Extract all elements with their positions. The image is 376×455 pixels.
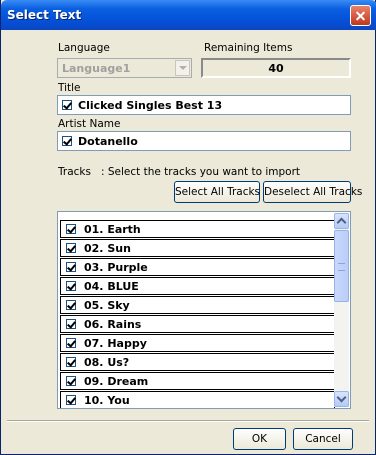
track-row[interactable]: 04. BLUE (60, 277, 335, 295)
title-bar[interactable]: Select Text (1, 0, 376, 30)
artist-name-label: Artist Name (58, 118, 121, 130)
track-row[interactable]: 10. You (60, 391, 335, 408)
close-button[interactable] (350, 5, 371, 26)
track-label: 09. Dream (84, 375, 149, 388)
language-select-value: Language1 (62, 62, 131, 75)
track-checkbox[interactable] (66, 319, 76, 329)
track-checkbox[interactable] (66, 395, 76, 405)
track-row[interactable]: 01. Earth (60, 220, 335, 238)
select-text-dialog: Select Text Language Remaining Items Lan… (0, 0, 376, 455)
track-checkbox[interactable] (66, 224, 76, 234)
track-row[interactable]: 07. Happy (60, 334, 335, 352)
track-label: 03. Purple (84, 261, 148, 274)
track-row[interactable]: 05. Sky (60, 296, 335, 314)
footer-divider (7, 420, 369, 422)
track-row[interactable]: 03. Purple (60, 258, 335, 276)
scroll-down-icon[interactable] (334, 391, 349, 407)
track-label: 02. Sun (84, 242, 131, 255)
track-checkbox[interactable] (66, 338, 76, 348)
window-title: Select Text (7, 8, 82, 22)
tracks-scrollbar[interactable] (334, 213, 349, 407)
track-label: 05. Sky (84, 299, 130, 312)
track-label: 07. Happy (84, 337, 147, 350)
track-label: 04. BLUE (84, 280, 139, 293)
title-checkbox[interactable] (62, 100, 72, 110)
deselect-all-tracks-button[interactable]: Deselect All Tracks (263, 181, 362, 203)
cancel-button[interactable]: Cancel (293, 428, 353, 450)
track-row[interactable]: 09. Dream (60, 372, 335, 390)
remaining-items-value: 40 (268, 62, 284, 75)
track-row[interactable]: 06. Rains (60, 315, 335, 333)
title-label: Title (58, 82, 81, 94)
track-checkbox[interactable] (66, 376, 76, 386)
track-row[interactable]: 02. Sun (60, 239, 335, 257)
track-checkbox[interactable] (66, 357, 76, 367)
scrollbar-thumb[interactable] (334, 230, 349, 302)
remaining-items-field: 40 (201, 58, 351, 78)
track-label: 08. Us? (84, 356, 130, 369)
ok-button[interactable]: OK (233, 428, 286, 450)
track-label: 01. Earth (84, 223, 141, 236)
remaining-items-label: Remaining Items (204, 42, 293, 54)
artist-name-checkbox[interactable] (62, 136, 72, 146)
select-all-tracks-button[interactable]: Select All Tracks (174, 181, 260, 203)
artist-name-field[interactable]: Dotanello (57, 131, 351, 151)
title-value: Clicked Singles Best 13 (78, 99, 223, 112)
track-checkbox[interactable] (66, 281, 76, 291)
track-checkbox[interactable] (66, 300, 76, 310)
language-label: Language (58, 42, 110, 54)
track-label: 10. You (84, 394, 130, 407)
track-checkbox[interactable] (66, 262, 76, 272)
tracks-list: 01. Earth 02. Sun 03. Purple 04. BLUE 05… (57, 211, 351, 409)
track-row[interactable]: 08. Us? (60, 353, 335, 371)
language-select[interactable]: Language1 (57, 58, 192, 78)
tracks-label: Tracks (58, 166, 91, 178)
title-field[interactable]: Clicked Singles Best 13 (57, 95, 351, 115)
track-checkbox[interactable] (66, 243, 76, 253)
artist-name-value: Dotanello (78, 135, 138, 148)
tracks-instruction: : Select the tracks you want to import (101, 166, 301, 178)
chevron-down-icon[interactable] (175, 60, 190, 76)
track-label: 06. Rains (84, 318, 142, 331)
scroll-up-icon[interactable] (334, 213, 349, 229)
